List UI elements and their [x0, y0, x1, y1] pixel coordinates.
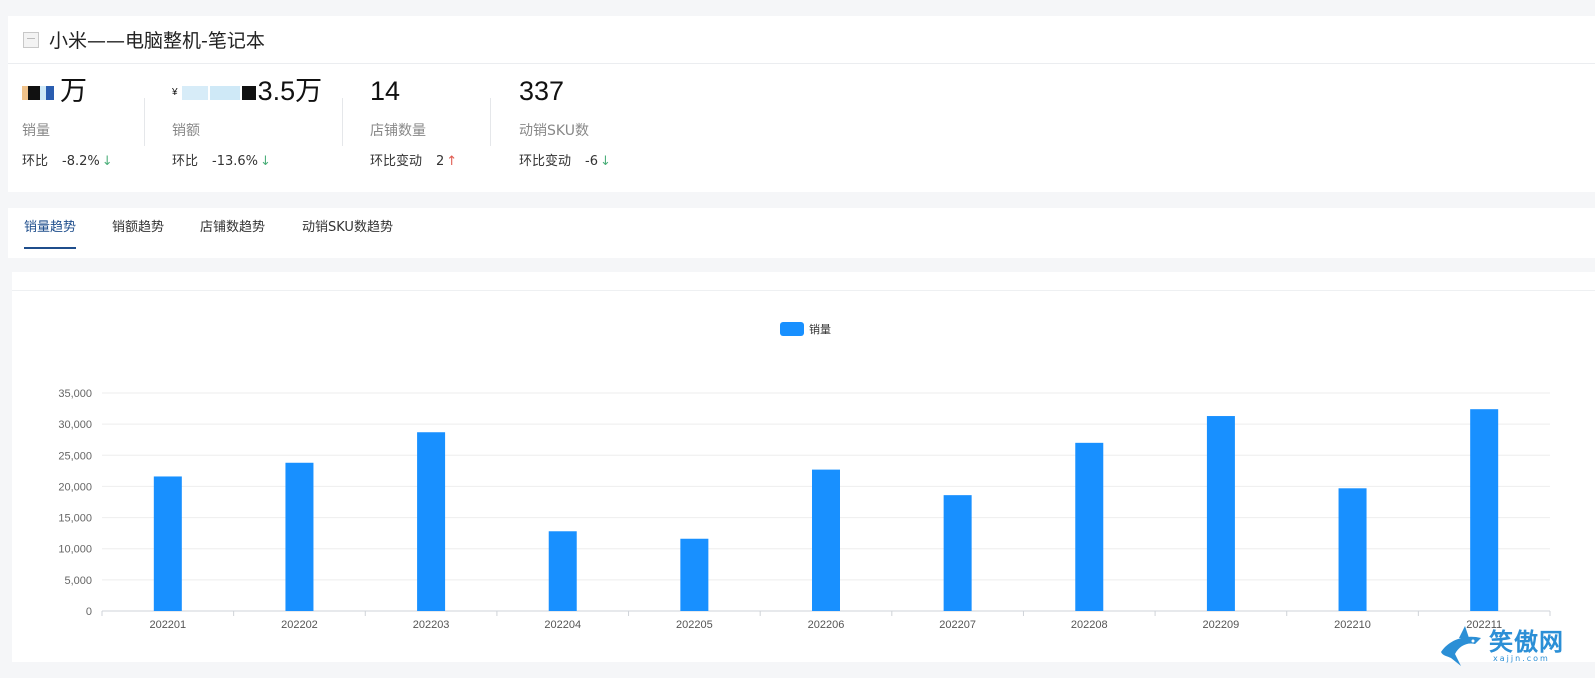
metric-sales-amount: ¥3.5万 销额 环比 -13.6% ↓ [172, 74, 322, 169]
bar [943, 495, 972, 611]
metric-label: 销量 [22, 123, 50, 139]
x-tick-label: 202209 [1203, 619, 1240, 631]
image-icon [23, 31, 39, 48]
metric-change: 环比 -13.6% ↓ [172, 154, 271, 169]
y-tick-label: 35,000 [58, 388, 92, 400]
metric-change: 环比变动 -6 ↓ [519, 154, 611, 169]
divider [490, 98, 491, 146]
metric-change: 环比 -8.2% ↓ [22, 154, 113, 169]
page-title: 小米——电脑整机-笔记本 [49, 30, 265, 52]
x-tick-label: 202210 [1334, 619, 1371, 631]
bar [1338, 488, 1367, 611]
masked-digit [46, 85, 54, 100]
tab-sales-volume-trend[interactable]: 销量趋势 [24, 216, 77, 249]
shark-logo-icon [1441, 626, 1481, 666]
masked-digit [28, 85, 40, 100]
metric-store-count: 14 店铺数量 环比变动 2 ↑ [370, 74, 457, 169]
metric-label: 销额 [172, 123, 200, 139]
x-tick-label: 202207 [939, 619, 976, 631]
masked-digit [209, 85, 240, 100]
legend-swatch [780, 322, 804, 336]
title-row: 小米——电脑整机-笔记本 [8, 16, 1595, 64]
metric-label: 店铺数量 [370, 123, 426, 139]
metric-value: 14 [370, 76, 401, 106]
bar [285, 462, 314, 611]
masked-digit [181, 85, 208, 100]
arrow-down-icon: ↓ [260, 154, 271, 169]
y-tick-label: 30,000 [58, 419, 92, 431]
watermark-sub: xajjn.com [1493, 654, 1550, 663]
metric-value: 337 [519, 76, 565, 106]
y-tick-label: 0 [86, 606, 92, 618]
bar [153, 476, 182, 611]
y-tick-label: 15,000 [58, 513, 92, 525]
masked-digit [241, 85, 256, 100]
bar-chart: 销量 0 5,000 10,000 15,000 20,000 25,000 30,000 35… [58, 322, 1551, 631]
divider [144, 98, 145, 146]
x-tick-label: 202202 [281, 619, 318, 631]
divider [342, 98, 343, 146]
trend-tabs: 销量趋势 销额趋势 店铺数趋势 动销SKU数趋势 [8, 208, 1595, 258]
site-watermark: 笑傲网 xajjn.com [1437, 620, 1587, 672]
arrow-down-icon: ↓ [101, 154, 113, 169]
x-tick-label: 202206 [808, 619, 845, 631]
x-tick-label: 202208 [1071, 619, 1108, 631]
x-tick-label: 202203 [413, 619, 450, 631]
y-tick-label: 20,000 [58, 481, 92, 493]
x-tick-label: 202205 [676, 619, 713, 631]
bar [812, 469, 840, 611]
metric-value: ¥3.5万 [172, 76, 323, 106]
watermark-text: 笑傲网 [1489, 628, 1564, 656]
metric-sales-volume: 万 销量 环比 -8.2% ↓ [22, 74, 113, 169]
bar [1470, 409, 1499, 611]
y-tick-label: 5,000 [64, 575, 92, 587]
arrow-down-icon: ↓ [599, 154, 611, 169]
metric-change: 环比变动 2 ↑ [370, 154, 458, 169]
tab-sales-amount-trend[interactable]: 销额趋势 [112, 216, 164, 247]
metric-value: 万 [22, 74, 113, 108]
bar [1206, 416, 1235, 611]
tab-sku-count-trend[interactable]: 动销SKU数趋势 [302, 216, 393, 247]
y-tick-label: 25,000 [58, 450, 92, 462]
tab-store-count-trend[interactable]: 店铺数趋势 [200, 216, 265, 247]
x-tick-label: 202201 [149, 619, 186, 631]
bar [680, 538, 709, 611]
bar [417, 432, 446, 611]
arrow-up-icon: ↑ [446, 154, 458, 169]
metric-sku-count: 337 动销SKU数 环比变动 -6 ↓ [519, 74, 611, 169]
bar [548, 531, 577, 611]
bar [1075, 442, 1104, 611]
x-tick-label: 202204 [544, 619, 581, 631]
chart-card: 销量 0 5,000 10,000 15,000 20,000 25,000 30,000 35… [12, 272, 1595, 662]
y-tick-label: 10,000 [58, 544, 92, 556]
legend-label: 销量 [809, 322, 831, 336]
metric-label: 动销SKU数 [519, 123, 589, 139]
summary-card: 小米——电脑整机-笔记本 万 销量 环比 -8.2% ↓ ¥3.5万 销额 环比 -1… [8, 16, 1595, 192]
